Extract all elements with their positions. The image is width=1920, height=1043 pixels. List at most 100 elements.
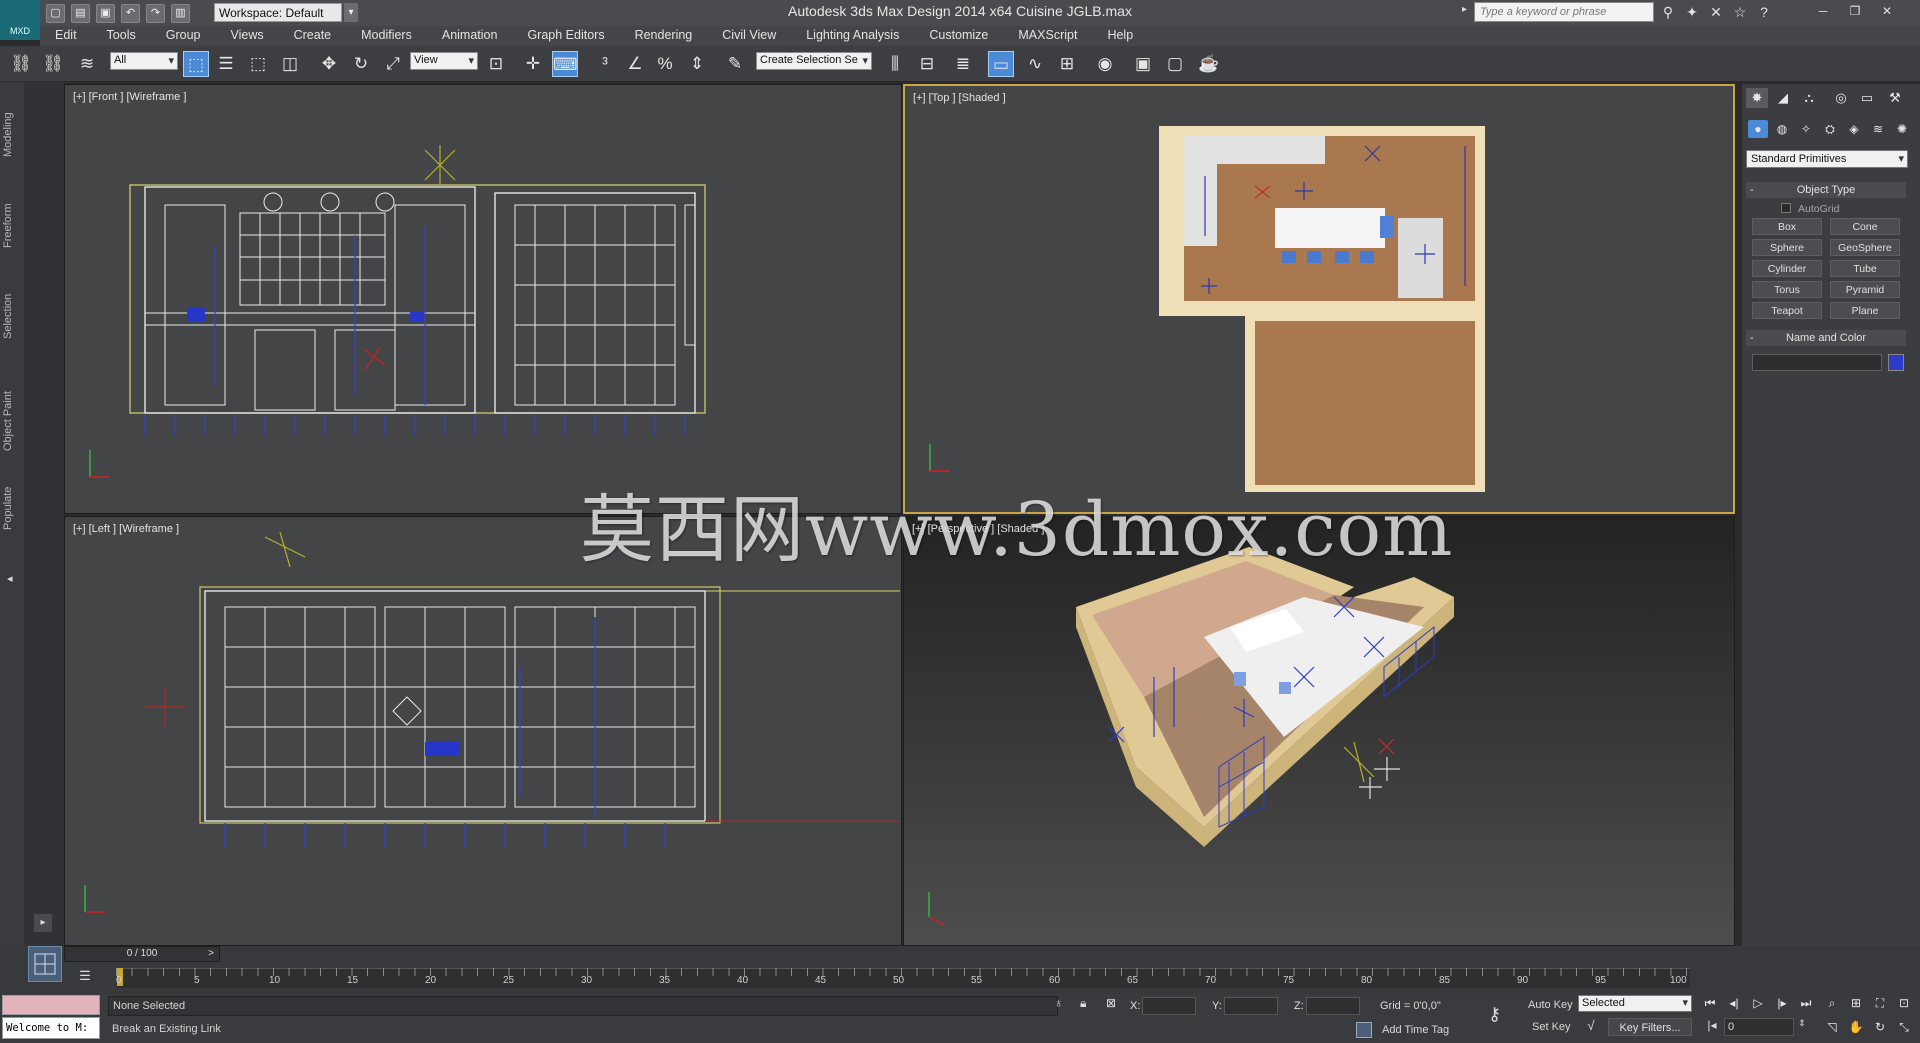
helpers-icon[interactable]: ◈ xyxy=(1844,120,1864,138)
time-tag-icon[interactable] xyxy=(1356,1022,1372,1038)
menu-group[interactable]: Group xyxy=(151,26,216,46)
new-file-icon[interactable]: ▢ xyxy=(46,4,65,23)
rollout-name-and-color[interactable]: - Name and Color xyxy=(1746,330,1906,346)
help-icon[interactable]: ? xyxy=(1754,3,1774,21)
zoom-extents-all-icon[interactable]: ⊡ xyxy=(1894,994,1914,1012)
go-to-end-icon[interactable]: ⏭ xyxy=(1796,994,1816,1012)
cone-button[interactable]: Cone xyxy=(1830,218,1900,235)
bind-space-warp-icon[interactable]: ≋ xyxy=(74,51,100,77)
select-and-move-icon[interactable]: ✥ xyxy=(316,51,342,77)
viewport-label-left[interactable]: [+] [Left ] [Wireframe ] xyxy=(73,523,179,535)
y-coordinate-field[interactable] xyxy=(1224,997,1278,1015)
lights-icon[interactable]: ✧ xyxy=(1796,120,1816,138)
go-to-start-icon[interactable]: ⏮ xyxy=(1700,994,1720,1012)
shapes-icon[interactable]: ◍ xyxy=(1772,120,1792,138)
menu-rendering[interactable]: Rendering xyxy=(620,26,708,46)
chevron-down-icon[interactable]: ▾ xyxy=(344,3,358,22)
schematic-view-icon[interactable]: ⊞ xyxy=(1054,51,1080,77)
menu-maxscript[interactable]: MAXScript xyxy=(1003,26,1092,46)
menu-help[interactable]: Help xyxy=(1092,26,1148,46)
select-manipulate-icon[interactable]: ✛ xyxy=(520,51,546,77)
select-and-link-icon[interactable]: ⛓ xyxy=(8,51,34,77)
cameras-icon[interactable]: ⛭ xyxy=(1820,120,1840,138)
viewport-label-perspective[interactable]: [+] [Perspective ] [Shaded ] xyxy=(912,523,1044,535)
mirror-icon[interactable]: ⫼ xyxy=(882,51,908,77)
menu-customize[interactable]: Customize xyxy=(914,26,1003,46)
absolute-mode-transform-icon[interactable]: ⊠ xyxy=(1106,996,1116,1010)
curve-editor-icon[interactable]: ∿ xyxy=(1022,51,1048,77)
unlink-selection-icon[interactable]: ⛓ xyxy=(40,51,66,77)
zoom-icon[interactable]: ⌕ xyxy=(1822,994,1842,1012)
favorites-star-icon[interactable]: ☆ xyxy=(1730,3,1750,21)
menu-graph-editors[interactable]: Graph Editors xyxy=(512,26,619,46)
undo-icon[interactable]: ↶ xyxy=(121,4,140,23)
next-frame-slider-icon[interactable]: > xyxy=(204,946,218,962)
subscription-icon[interactable]: ✦ xyxy=(1682,3,1702,21)
selection-filter-dropdown[interactable]: All xyxy=(110,52,178,70)
collapse-icon[interactable]: - xyxy=(1750,182,1754,198)
key-tangent-icon[interactable]: √ xyxy=(1580,1018,1602,1036)
select-and-rotate-icon[interactable]: ↻ xyxy=(348,51,374,77)
layer-manager-icon[interactable]: ≣ xyxy=(950,51,976,77)
pyramid-button[interactable]: Pyramid xyxy=(1830,281,1900,298)
tab-freeform[interactable]: Freeform xyxy=(2,196,22,256)
systems-icon[interactable]: ✺ xyxy=(1892,120,1912,138)
utilities-tab-icon[interactable]: ⚒ xyxy=(1884,88,1906,108)
autogrid-checkbox[interactable] xyxy=(1781,203,1791,213)
viewport-label-front[interactable]: [+] [Front ] [Wireframe ] xyxy=(73,91,186,103)
tab-populate[interactable]: Populate xyxy=(2,478,22,538)
geosphere-button[interactable]: GeoSphere xyxy=(1830,239,1900,256)
sphere-button[interactable]: Sphere xyxy=(1752,239,1822,256)
keyboard-shortcut-override-icon[interactable]: ⌨ xyxy=(552,51,578,77)
workspace-dropdown[interactable]: Workspace: Default xyxy=(214,3,342,22)
window-crossing-icon[interactable]: ◫ xyxy=(277,51,303,77)
viewport-top[interactable]: [+] [Top ] [Shaded ] xyxy=(903,84,1735,514)
expand-ribbon-icon[interactable]: ▸ xyxy=(34,914,52,932)
material-editor-icon[interactable]: ◉ xyxy=(1092,51,1118,77)
graphite-ribbon-icon[interactable]: ▭ xyxy=(988,51,1014,77)
next-frame-icon[interactable]: |▸ xyxy=(1772,994,1792,1012)
open-file-icon[interactable]: ▤ xyxy=(71,4,90,23)
selection-lock-icon[interactable]: 🔒︎ xyxy=(1080,996,1086,1011)
menu-edit[interactable]: Edit xyxy=(40,26,92,46)
rollout-object-type[interactable]: - Object Type xyxy=(1746,182,1906,198)
binoculars-icon[interactable]: ⚲ xyxy=(1658,3,1678,21)
snaps-toggle-icon[interactable]: ³ xyxy=(592,51,618,77)
set-key-button[interactable]: Set Key xyxy=(1532,1021,1571,1033)
zoom-all-icon[interactable]: ⊞ xyxy=(1846,994,1866,1012)
object-name-field[interactable] xyxy=(1752,354,1882,371)
frame-spinner-icon[interactable]: ⇕ xyxy=(1796,1018,1808,1036)
current-frame-field[interactable]: 0 xyxy=(1724,1018,1794,1036)
orbit-icon[interactable]: ↻ xyxy=(1870,1018,1890,1036)
set-key-icon[interactable]: ⚷ xyxy=(1488,1004,1501,1025)
percent-snap-icon[interactable]: % xyxy=(652,51,678,77)
viewport-front[interactable]: [+] [Front ] [Wireframe ] xyxy=(64,84,902,514)
primitive-category-dropdown[interactable]: Standard Primitives xyxy=(1746,150,1908,168)
maxscript-listener-output[interactable]: Welcome to M: xyxy=(2,1017,100,1039)
key-filters-button[interactable]: Key Filters... xyxy=(1608,1018,1692,1036)
plane-button[interactable]: Plane xyxy=(1830,302,1900,319)
space-warps-icon[interactable]: ≋ xyxy=(1868,120,1888,138)
viewport-left[interactable]: [+] [Left ] [Wireframe ] xyxy=(64,516,902,946)
viewport-label-top[interactable]: [+] [Top ] [Shaded ] xyxy=(913,92,1006,104)
named-selection-dropdown[interactable]: Create Selection Se xyxy=(756,52,872,70)
rectangular-selection-icon[interactable]: ⬚ xyxy=(245,51,271,77)
create-tab-icon[interactable]: ✸ xyxy=(1746,88,1768,108)
close-icon[interactable]: ✕ xyxy=(1874,2,1900,20)
viewport-layout-icon[interactable] xyxy=(28,946,62,982)
teapot-button[interactable]: Teapot xyxy=(1752,302,1822,319)
ribbon-toggle-icon[interactable]: ◂ xyxy=(7,572,17,596)
minimize-icon[interactable]: ─ xyxy=(1810,2,1836,20)
maxscript-listener-input[interactable] xyxy=(2,995,100,1015)
pan-view-icon[interactable]: ✋ xyxy=(1846,1018,1866,1036)
spinner-snap-icon[interactable]: ⇕ xyxy=(684,51,710,77)
tab-selection[interactable]: Selection xyxy=(2,286,22,346)
restore-icon[interactable]: ❐ xyxy=(1842,2,1868,20)
time-slider[interactable]: 0 / 100 xyxy=(64,946,220,962)
menu-animation[interactable]: Animation xyxy=(427,26,513,46)
menu-lighting-analysis[interactable]: Lighting Analysis xyxy=(791,26,914,46)
rendered-frame-window-icon[interactable]: ▢ xyxy=(1162,51,1188,77)
select-by-name-icon[interactable]: ☰ xyxy=(213,51,239,77)
menu-modifiers[interactable]: Modifiers xyxy=(346,26,427,46)
select-and-scale-icon[interactable]: ⤢ xyxy=(380,51,406,77)
